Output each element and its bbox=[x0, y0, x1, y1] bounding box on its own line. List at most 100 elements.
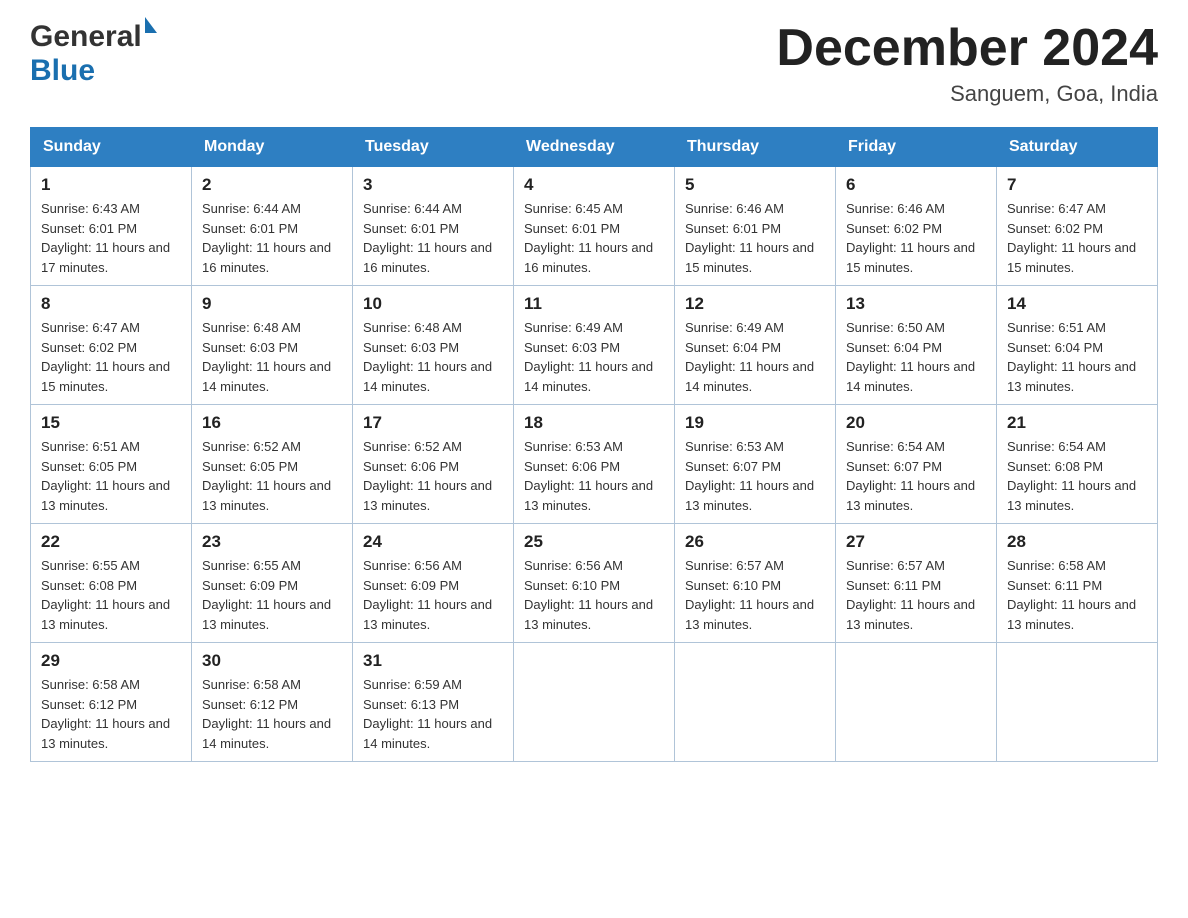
day-number: 13 bbox=[846, 294, 986, 314]
table-row: 18 Sunrise: 6:53 AMSunset: 6:06 PMDayligh… bbox=[514, 405, 675, 524]
logo-general-text: General bbox=[30, 20, 142, 54]
day-number: 20 bbox=[846, 413, 986, 433]
weekday-header-row: SundayMondayTuesdayWednesdayThursdayFrid… bbox=[31, 128, 1158, 167]
day-info: Sunrise: 6:58 AMSunset: 6:12 PMDaylight:… bbox=[41, 675, 181, 753]
day-number: 3 bbox=[363, 175, 503, 195]
day-info: Sunrise: 6:56 AMSunset: 6:09 PMDaylight:… bbox=[363, 556, 503, 634]
day-number: 18 bbox=[524, 413, 664, 433]
day-info: Sunrise: 6:58 AMSunset: 6:12 PMDaylight:… bbox=[202, 675, 342, 753]
day-number: 8 bbox=[41, 294, 181, 314]
weekday-header-tuesday: Tuesday bbox=[353, 128, 514, 167]
table-row: 23Sunrise: 6:55 AMSunset: 6:09 PMDayligh… bbox=[192, 524, 353, 643]
day-info: Sunrise: 6:57 AMSunset: 6:11 PMDaylight:… bbox=[846, 556, 986, 634]
day-info: Sunrise: 6:57 AMSunset: 6:10 PMDaylight:… bbox=[685, 556, 825, 634]
day-number: 16 bbox=[202, 413, 342, 433]
table-row: 12Sunrise: 6:49 AMSunset: 6:04 PMDayligh… bbox=[675, 286, 836, 405]
day-number: 10 bbox=[363, 294, 503, 314]
week-row-3: 15 Sunrise: 6:51 AMSunset: 6:05 PMDayligh… bbox=[31, 405, 1158, 524]
table-row: 20 Sunrise: 6:54 AMSunset: 6:07 PMDayligh… bbox=[836, 405, 997, 524]
calendar-subtitle: Sanguem, Goa, India bbox=[776, 81, 1158, 107]
day-number: 30 bbox=[202, 651, 342, 671]
week-row-1: 1 Sunrise: 6:43 AMSunset: 6:01 PMDaylight… bbox=[31, 167, 1158, 286]
day-number: 11 bbox=[524, 294, 664, 314]
day-info: Sunrise: 6:54 AMSunset: 6:08 PMDaylight:… bbox=[1007, 437, 1147, 515]
table-row: 22 Sunrise: 6:55 AMSunset: 6:08 PMDayligh… bbox=[31, 524, 192, 643]
week-row-2: 8 Sunrise: 6:47 AMSunset: 6:02 PMDaylight… bbox=[31, 286, 1158, 405]
day-number: 24 bbox=[363, 532, 503, 552]
table-row: 29 Sunrise: 6:58 AMSunset: 6:12 PMDayligh… bbox=[31, 643, 192, 762]
weekday-header-saturday: Saturday bbox=[997, 128, 1158, 167]
day-info: Sunrise: 6:52 AMSunset: 6:06 PMDaylight:… bbox=[363, 437, 503, 515]
day-info: Sunrise: 6:46 AMSunset: 6:02 PMDaylight:… bbox=[846, 199, 986, 277]
table-row: 15 Sunrise: 6:51 AMSunset: 6:05 PMDayligh… bbox=[31, 405, 192, 524]
day-number: 22 bbox=[41, 532, 181, 552]
day-info: Sunrise: 6:55 AMSunset: 6:09 PMDaylight:… bbox=[202, 556, 342, 634]
table-row: 2 Sunrise: 6:44 AMSunset: 6:01 PMDaylight… bbox=[192, 167, 353, 286]
table-row: 6 Sunrise: 6:46 AMSunset: 6:02 PMDaylight… bbox=[836, 167, 997, 286]
table-row: 31Sunrise: 6:59 AMSunset: 6:13 PMDayligh… bbox=[353, 643, 514, 762]
day-info: Sunrise: 6:47 AMSunset: 6:02 PMDaylight:… bbox=[1007, 199, 1147, 277]
day-number: 14 bbox=[1007, 294, 1147, 314]
table-row: 1 Sunrise: 6:43 AMSunset: 6:01 PMDaylight… bbox=[31, 167, 192, 286]
day-number: 26 bbox=[685, 532, 825, 552]
day-number: 2 bbox=[202, 175, 342, 195]
logo: General Blue bbox=[30, 20, 157, 88]
day-info: Sunrise: 6:43 AMSunset: 6:01 PMDaylight:… bbox=[41, 199, 181, 277]
table-row bbox=[675, 643, 836, 762]
day-number: 27 bbox=[846, 532, 986, 552]
table-row: 21Sunrise: 6:54 AMSunset: 6:08 PMDayligh… bbox=[997, 405, 1158, 524]
day-number: 17 bbox=[363, 413, 503, 433]
day-info: Sunrise: 6:47 AMSunset: 6:02 PMDaylight:… bbox=[41, 318, 181, 396]
day-number: 31 bbox=[363, 651, 503, 671]
day-info: Sunrise: 6:44 AMSunset: 6:01 PMDaylight:… bbox=[363, 199, 503, 277]
table-row bbox=[997, 643, 1158, 762]
day-info: Sunrise: 6:45 AMSunset: 6:01 PMDaylight:… bbox=[524, 199, 664, 277]
day-info: Sunrise: 6:55 AMSunset: 6:08 PMDaylight:… bbox=[41, 556, 181, 634]
week-row-5: 29 Sunrise: 6:58 AMSunset: 6:12 PMDayligh… bbox=[31, 643, 1158, 762]
table-row: 25 Sunrise: 6:56 AMSunset: 6:10 PMDayligh… bbox=[514, 524, 675, 643]
weekday-header-sunday: Sunday bbox=[31, 128, 192, 167]
table-row: 10Sunrise: 6:48 AMSunset: 6:03 PMDayligh… bbox=[353, 286, 514, 405]
day-info: Sunrise: 6:53 AMSunset: 6:07 PMDaylight:… bbox=[685, 437, 825, 515]
day-info: Sunrise: 6:44 AMSunset: 6:01 PMDaylight:… bbox=[202, 199, 342, 277]
table-row: 16Sunrise: 6:52 AMSunset: 6:05 PMDayligh… bbox=[192, 405, 353, 524]
day-number: 28 bbox=[1007, 532, 1147, 552]
day-number: 6 bbox=[846, 175, 986, 195]
calendar-table: SundayMondayTuesdayWednesdayThursdayFrid… bbox=[30, 127, 1158, 762]
weekday-header-friday: Friday bbox=[836, 128, 997, 167]
weekday-header-wednesday: Wednesday bbox=[514, 128, 675, 167]
day-number: 29 bbox=[41, 651, 181, 671]
day-number: 4 bbox=[524, 175, 664, 195]
table-row bbox=[514, 643, 675, 762]
table-row: 13 Sunrise: 6:50 AMSunset: 6:04 PMDayligh… bbox=[836, 286, 997, 405]
day-info: Sunrise: 6:56 AMSunset: 6:10 PMDaylight:… bbox=[524, 556, 664, 634]
calendar-title: December 2024 bbox=[776, 20, 1158, 77]
logo-blue-text: Blue bbox=[30, 54, 95, 88]
day-number: 9 bbox=[202, 294, 342, 314]
page-header: General Blue December 2024 Sanguem, Goa,… bbox=[30, 20, 1158, 107]
day-number: 15 bbox=[41, 413, 181, 433]
table-row: 28 Sunrise: 6:58 AMSunset: 6:11 PMDayligh… bbox=[997, 524, 1158, 643]
table-row bbox=[836, 643, 997, 762]
day-info: Sunrise: 6:51 AMSunset: 6:05 PMDaylight:… bbox=[41, 437, 181, 515]
day-info: Sunrise: 6:53 AMSunset: 6:06 PMDaylight:… bbox=[524, 437, 664, 515]
day-info: Sunrise: 6:46 AMSunset: 6:01 PMDaylight:… bbox=[685, 199, 825, 277]
table-row: 8 Sunrise: 6:47 AMSunset: 6:02 PMDaylight… bbox=[31, 286, 192, 405]
table-row: 26 Sunrise: 6:57 AMSunset: 6:10 PMDayligh… bbox=[675, 524, 836, 643]
table-row: 27 Sunrise: 6:57 AMSunset: 6:11 PMDayligh… bbox=[836, 524, 997, 643]
day-info: Sunrise: 6:48 AMSunset: 6:03 PMDaylight:… bbox=[202, 318, 342, 396]
table-row: 9 Sunrise: 6:48 AMSunset: 6:03 PMDaylight… bbox=[192, 286, 353, 405]
day-info: Sunrise: 6:58 AMSunset: 6:11 PMDaylight:… bbox=[1007, 556, 1147, 634]
logo-arrow-icon bbox=[145, 17, 157, 33]
table-row: 7Sunrise: 6:47 AMSunset: 6:02 PMDaylight… bbox=[997, 167, 1158, 286]
table-row: 30 Sunrise: 6:58 AMSunset: 6:12 PMDayligh… bbox=[192, 643, 353, 762]
day-number: 5 bbox=[685, 175, 825, 195]
title-section: December 2024 Sanguem, Goa, India bbox=[776, 20, 1158, 107]
day-info: Sunrise: 6:50 AMSunset: 6:04 PMDaylight:… bbox=[846, 318, 986, 396]
day-number: 12 bbox=[685, 294, 825, 314]
day-info: Sunrise: 6:54 AMSunset: 6:07 PMDaylight:… bbox=[846, 437, 986, 515]
table-row: 3 Sunrise: 6:44 AMSunset: 6:01 PMDaylight… bbox=[353, 167, 514, 286]
day-number: 25 bbox=[524, 532, 664, 552]
day-number: 1 bbox=[41, 175, 181, 195]
table-row: 4 Sunrise: 6:45 AMSunset: 6:01 PMDaylight… bbox=[514, 167, 675, 286]
